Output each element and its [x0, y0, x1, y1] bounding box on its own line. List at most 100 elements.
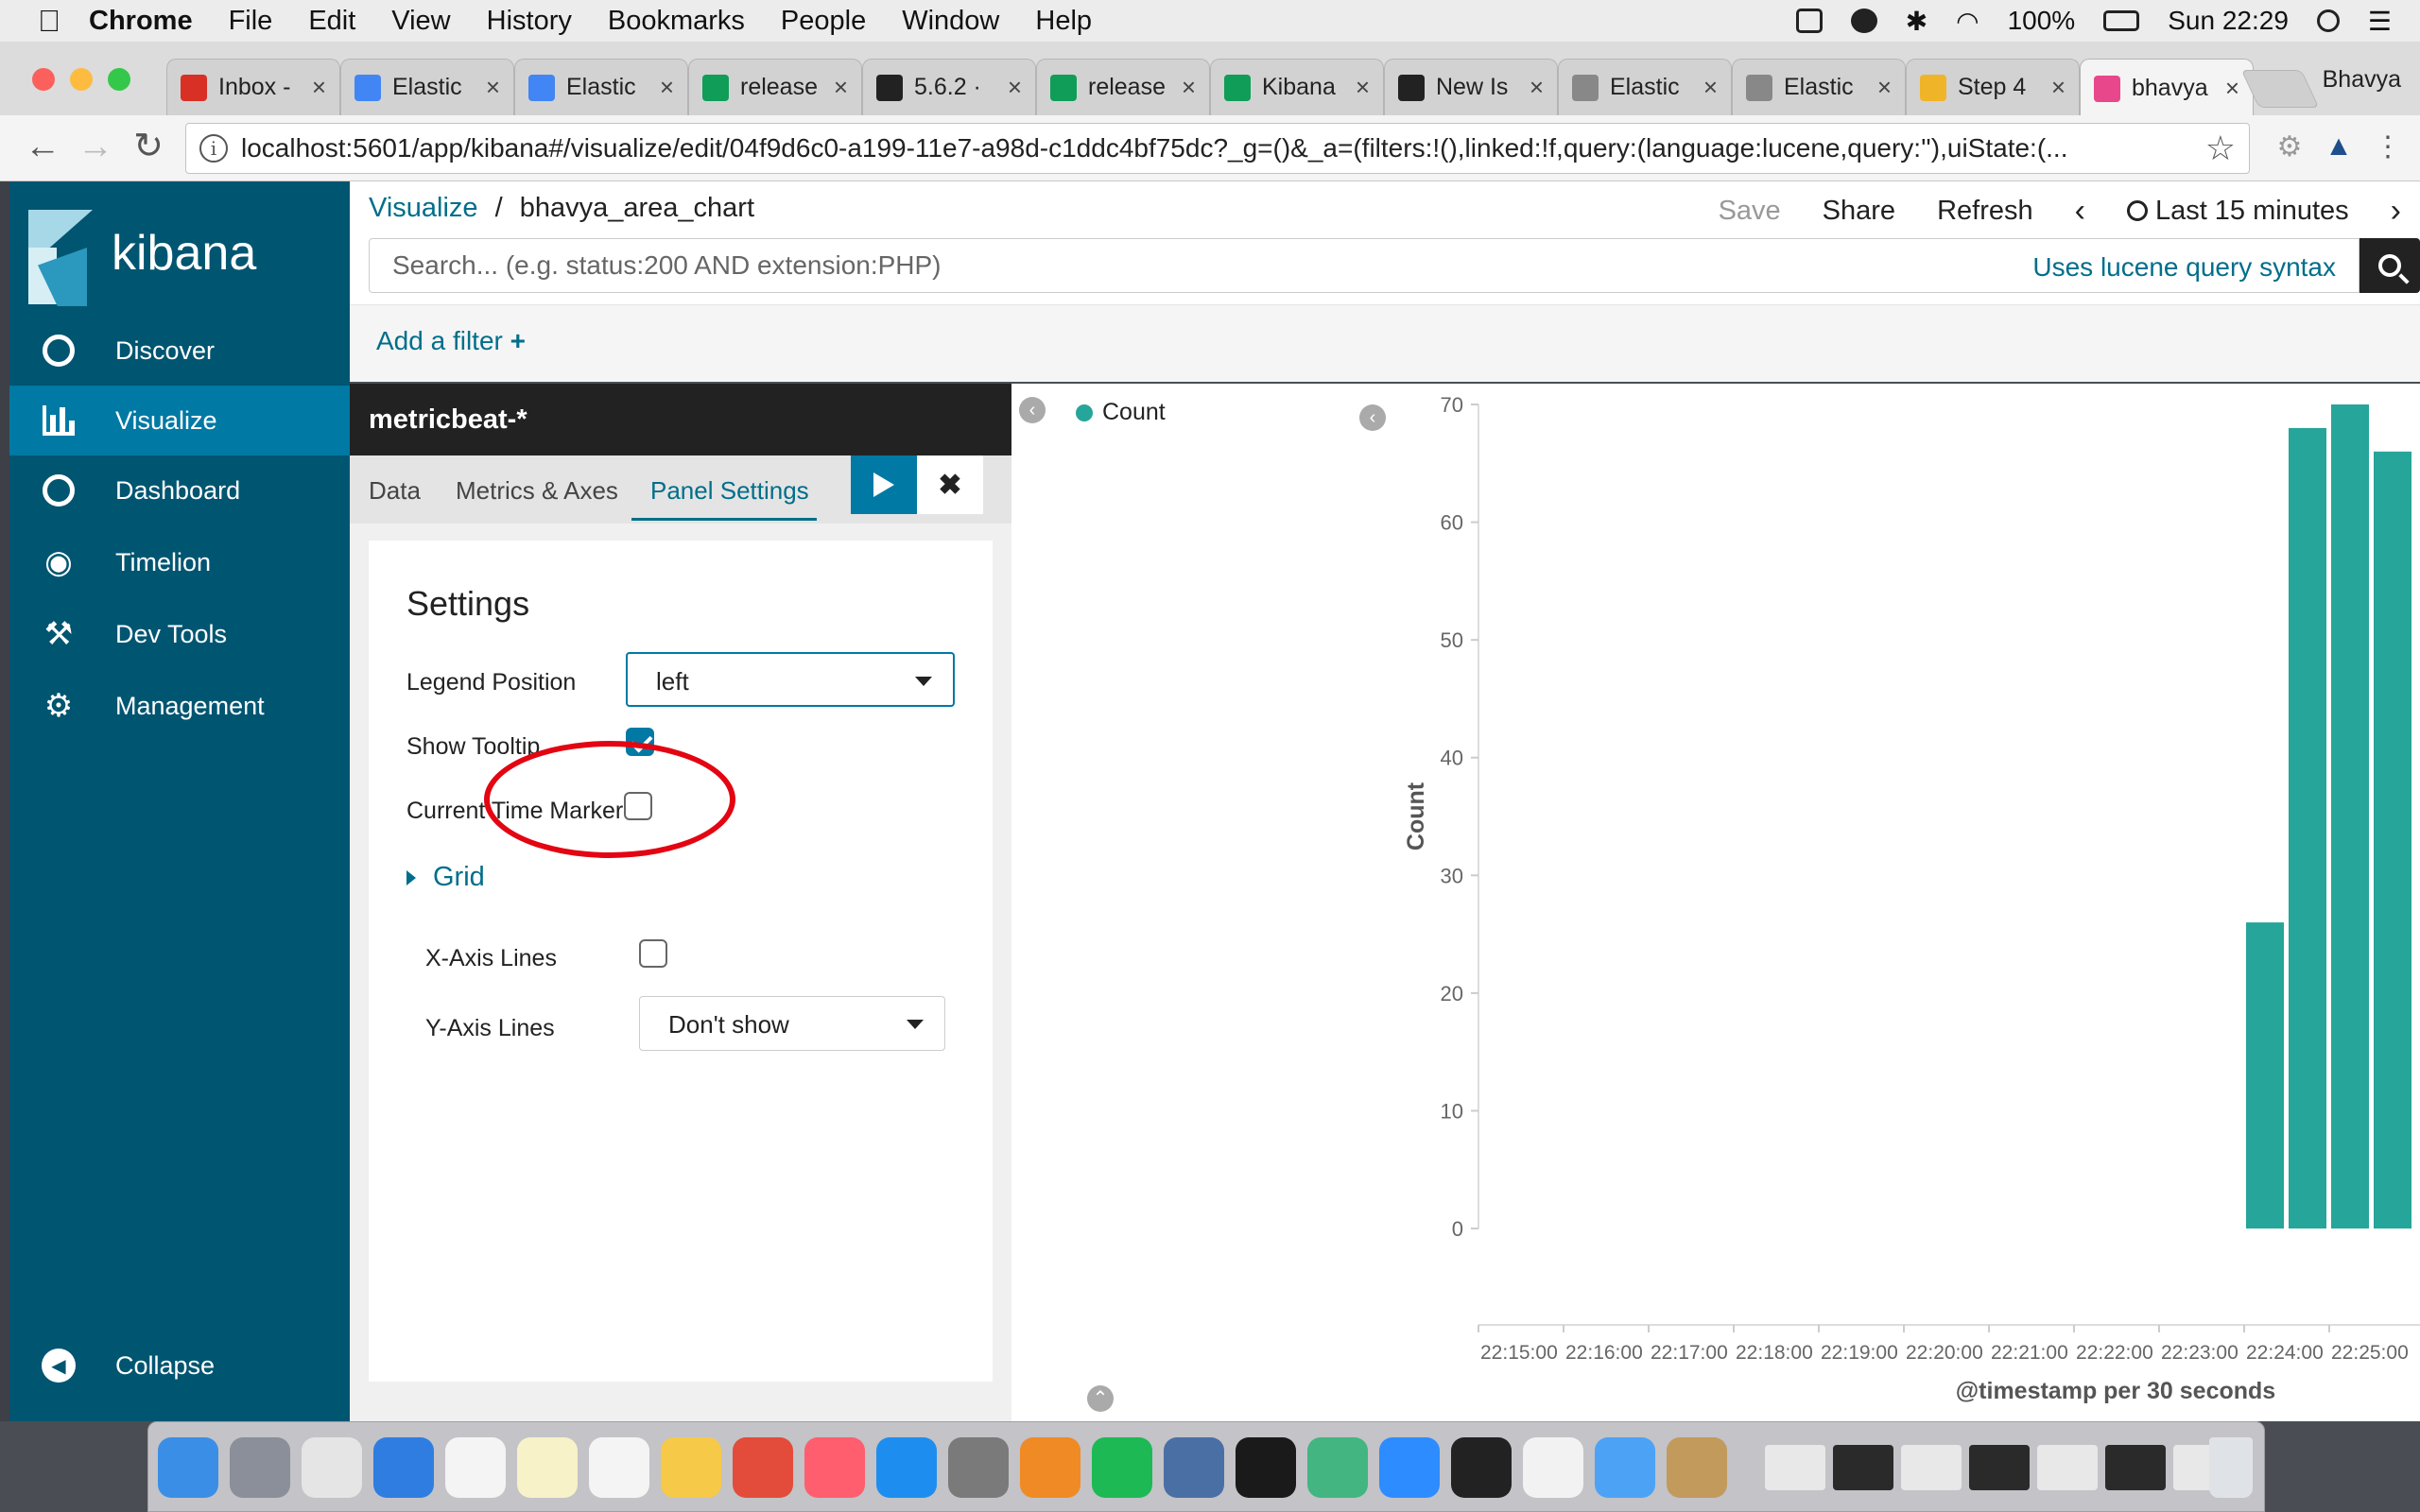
- add-filter-link[interactable]: Add a filter +: [376, 326, 526, 356]
- activity-monitor-icon[interactable]: [1236, 1437, 1296, 1498]
- time-forward-chevron-icon[interactable]: ›: [2391, 193, 2401, 230]
- bookmark-star-icon[interactable]: ☆: [2205, 129, 2236, 168]
- nav-dev-tools[interactable]: ⚒ Dev Tools: [9, 599, 350, 669]
- back-arrow-icon[interactable]: ←: [19, 123, 66, 170]
- menu-app-name[interactable]: Chrome: [89, 6, 193, 37]
- atom-icon[interactable]: [1307, 1437, 1368, 1498]
- tab-close-icon[interactable]: ×: [486, 73, 500, 102]
- minimized-window-thumbnail[interactable]: [1765, 1445, 1825, 1490]
- tab-data[interactable]: Data: [369, 476, 421, 506]
- url-text[interactable]: localhost:5601/app/kibana#/visualize/edi…: [241, 133, 2205, 163]
- extension-axe-icon[interactable]: ▲: [2322, 130, 2356, 164]
- menu-view[interactable]: View: [391, 6, 450, 37]
- tab-metrics-axes[interactable]: Metrics & Axes: [456, 476, 618, 506]
- spotlight-search-icon[interactable]: [2316, 9, 2340, 32]
- finder-icon[interactable]: [158, 1437, 218, 1498]
- menu-bookmarks[interactable]: Bookmarks: [608, 6, 745, 37]
- minimize-window-button[interactable]: [70, 68, 93, 91]
- trash-icon[interactable]: [2209, 1437, 2253, 1498]
- pages-icon[interactable]: [661, 1437, 721, 1498]
- browser-tab[interactable]: Step 4 ×: [1906, 59, 2080, 115]
- minimized-window-thumbnail[interactable]: [1833, 1445, 1893, 1490]
- search-input[interactable]: Search... (e.g. status:200 AND extension…: [369, 238, 2360, 293]
- time-picker[interactable]: Last 15 minutes: [2126, 196, 2349, 227]
- tab-close-icon[interactable]: ×: [1703, 73, 1718, 102]
- menu-window[interactable]: Window: [902, 6, 999, 37]
- browser-tab[interactable]: 5.6.2 · ×: [862, 59, 1036, 115]
- zoom-window-button[interactable]: [108, 68, 130, 91]
- sublime-text-icon[interactable]: [1020, 1437, 1080, 1498]
- tab-close-icon[interactable]: ×: [2051, 73, 2066, 102]
- app-store-icon[interactable]: [876, 1437, 937, 1498]
- legend-position-select[interactable]: left: [626, 652, 955, 707]
- zoom-icon[interactable]: [1379, 1437, 1440, 1498]
- tab-close-icon[interactable]: ×: [312, 73, 326, 102]
- editor-collapse-arrow-icon[interactable]: ‹: [1019, 397, 1046, 423]
- tab-close-icon[interactable]: ×: [1877, 73, 1892, 102]
- time-back-chevron-icon[interactable]: ‹: [2075, 193, 2085, 230]
- camera-icon[interactable]: [1850, 9, 1877, 33]
- forward-arrow-icon[interactable]: →: [72, 123, 119, 170]
- info-icon[interactable]: i: [199, 134, 228, 163]
- minimized-window-thumbnail[interactable]: [2037, 1445, 2098, 1490]
- tab-close-icon[interactable]: ×: [1356, 73, 1370, 102]
- query-syntax-link[interactable]: Uses lucene query syntax: [2032, 252, 2336, 283]
- calendar-icon[interactable]: [445, 1437, 506, 1498]
- nav-dashboard[interactable]: Dashboard: [9, 455, 350, 525]
- chrome-menu-icon[interactable]: ⋮: [2371, 130, 2405, 164]
- spotify-icon[interactable]: [1092, 1437, 1152, 1498]
- browser-tab[interactable]: Kibana ×: [1210, 59, 1384, 115]
- safari-icon[interactable]: [373, 1437, 434, 1498]
- menu-clock[interactable]: Sun 22:29: [2168, 6, 2289, 36]
- tab-close-icon[interactable]: ×: [2225, 74, 2239, 103]
- browser-tab[interactable]: Elastic ×: [514, 59, 688, 115]
- legend-collapse-arrow-icon[interactable]: ‹: [1359, 404, 1386, 431]
- y-axis-lines-select[interactable]: Don't show: [639, 996, 945, 1051]
- search-submit-button[interactable]: [2360, 238, 2420, 293]
- paintbrush-icon[interactable]: [1667, 1437, 1727, 1498]
- save-button[interactable]: Save: [1719, 196, 1781, 227]
- minimized-window-thumbnail[interactable]: [2105, 1445, 2166, 1490]
- breadcrumb-visualize-link[interactable]: Visualize: [369, 193, 478, 223]
- virtualbox-icon[interactable]: [1164, 1437, 1224, 1498]
- slack-icon[interactable]: [302, 1437, 362, 1498]
- kibana-brand[interactable]: kibana: [112, 225, 256, 282]
- tab-close-icon[interactable]: ×: [1530, 73, 1544, 102]
- browser-tab[interactable]: release ×: [1036, 59, 1210, 115]
- numbers-icon[interactable]: [733, 1437, 793, 1498]
- minimized-window-thumbnail[interactable]: [1901, 1445, 1962, 1490]
- reminders-icon[interactable]: [589, 1437, 649, 1498]
- extension-gear-icon[interactable]: ⚙: [2273, 130, 2307, 164]
- nav-collapse[interactable]: ◀ Collapse: [9, 1331, 350, 1400]
- tab-panel-settings[interactable]: Panel Settings: [650, 476, 809, 506]
- apple-icon[interactable]: : [38, 4, 89, 39]
- browser-tab[interactable]: New Is ×: [1384, 59, 1558, 115]
- menu-edit[interactable]: Edit: [308, 6, 355, 37]
- nav-visualize[interactable]: Visualize: [9, 386, 350, 455]
- close-window-button[interactable]: [32, 68, 55, 91]
- browser-tab[interactable]: Elastic ×: [340, 59, 514, 115]
- display-mirror-icon[interactable]: [1795, 9, 1823, 33]
- browser-tab[interactable]: bhavya ×: [2080, 59, 2254, 117]
- grid-section-toggle[interactable]: Grid: [406, 862, 485, 893]
- share-button[interactable]: Share: [1823, 196, 1895, 227]
- legend-entry-count[interactable]: Count: [1102, 399, 1166, 426]
- x-axis-lines-checkbox[interactable]: [639, 939, 667, 968]
- refresh-button[interactable]: Refresh: [1937, 196, 2033, 227]
- browser-tab[interactable]: Elastic ×: [1558, 59, 1732, 115]
- legend-swatch[interactable]: [1076, 404, 1093, 421]
- discard-changes-button[interactable]: ✖: [917, 455, 983, 514]
- menu-people[interactable]: People: [781, 6, 866, 37]
- nav-discover[interactable]: Discover: [9, 316, 350, 386]
- menu-file[interactable]: File: [229, 6, 273, 37]
- kibana-logo-icon[interactable]: [28, 210, 100, 306]
- menu-history[interactable]: History: [487, 6, 572, 37]
- launchpad-icon[interactable]: [230, 1437, 290, 1498]
- notes-icon[interactable]: [517, 1437, 578, 1498]
- reload-icon[interactable]: ↻: [125, 123, 172, 170]
- browser-tab[interactable]: Elastic ×: [1732, 59, 1906, 115]
- browser-tab[interactable]: release ×: [688, 59, 862, 115]
- menu-help[interactable]: Help: [1035, 6, 1092, 37]
- spy-toggle-arrow-icon[interactable]: ⌃: [1087, 1385, 1114, 1412]
- wifi-icon[interactable]: ◠: [1956, 6, 1979, 37]
